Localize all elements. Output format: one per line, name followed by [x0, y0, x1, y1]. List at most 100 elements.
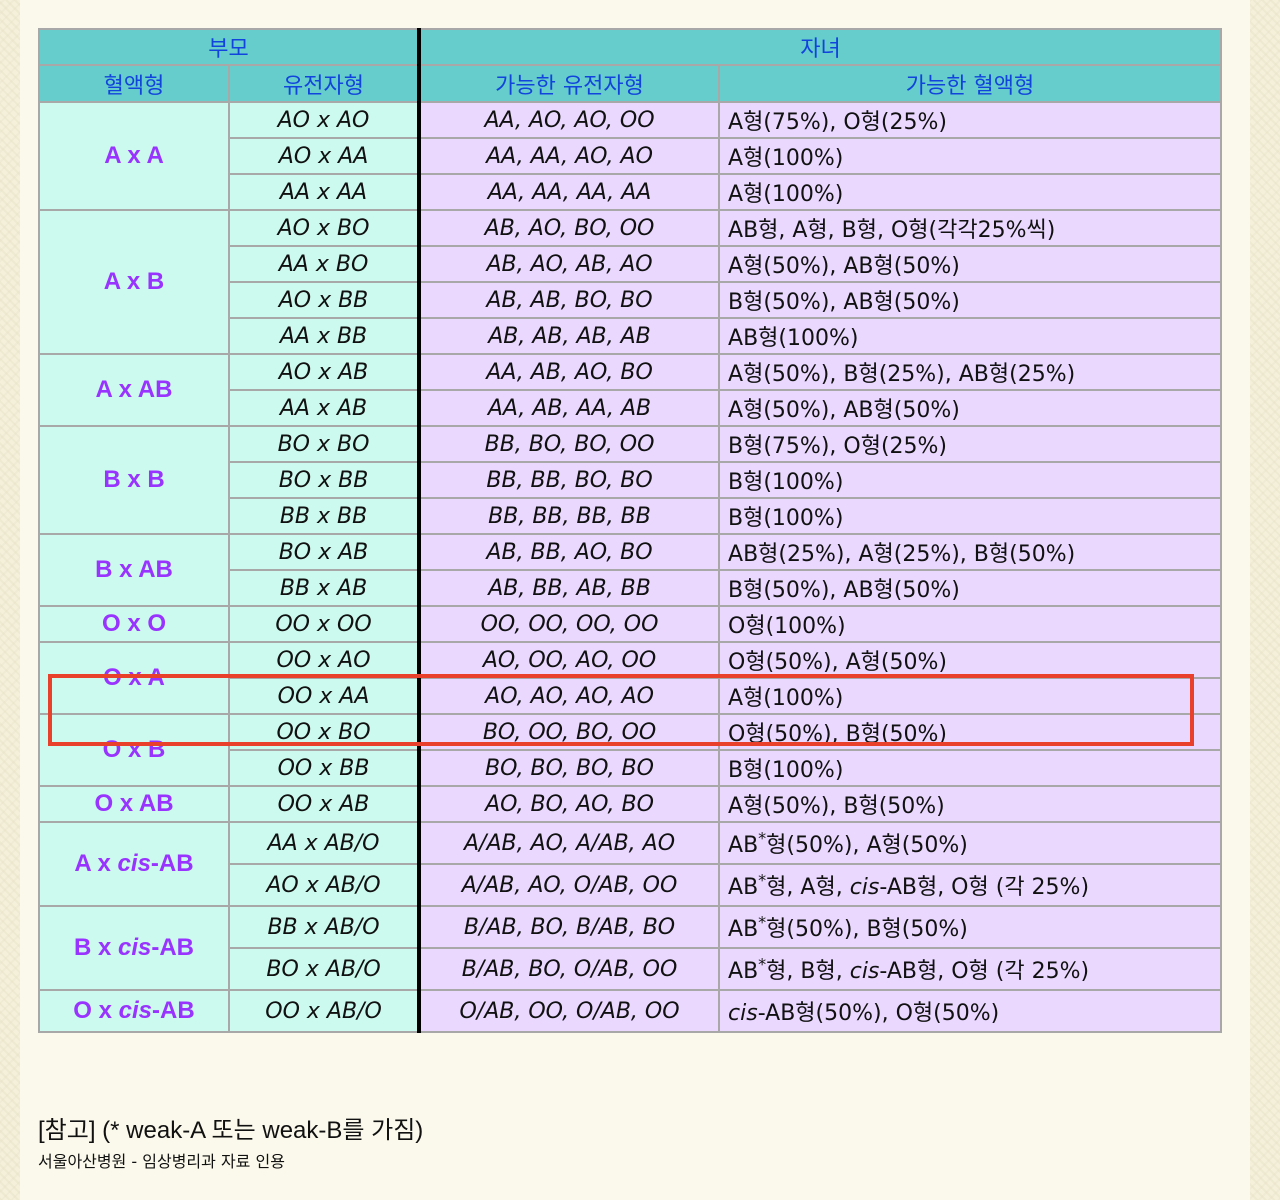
pb-text-c: -AB형, O형 (각 25%): [879, 875, 1090, 900]
blood-type-cis: cis: [118, 997, 153, 1024]
possible-genotypes-cell: AA, AA, AA, AA: [418, 173, 721, 211]
header-parents: 부모: [37, 28, 422, 66]
possible-genotypes-cell: AB, AO, AB, AO: [418, 245, 721, 283]
possible-blood-types-cell: AB형(25%), A형(25%), B형(50%): [718, 533, 1223, 571]
parent-genotype-cell: OO x BB: [227, 749, 422, 787]
possible-blood-types-cell: O형(50%), A형(50%): [718, 641, 1223, 679]
table-row: O x cis-AB OO x AB/O O/AB, OO, O/AB, OO cis…: [38, 989, 1223, 1033]
parent-blood-type-cell: A x cis-AB: [38, 821, 230, 907]
possible-genotypes-cell: AA, AA, AO, AO: [418, 137, 721, 175]
parent-genotype-cell: OO x AB: [227, 785, 422, 823]
parent-blood-type-cell: A x A: [38, 101, 230, 211]
blood-type-prefix: B x: [73, 934, 118, 961]
blood-type-prefix: O x: [73, 997, 119, 1024]
parent-blood-type-cell: O x cis-AB: [38, 989, 230, 1033]
parent-blood-type-cell: B x cis-AB: [38, 905, 230, 991]
possible-genotypes-cell: B/AB, BO, O/AB, OO: [418, 947, 721, 991]
pb-cis: cis: [849, 959, 880, 984]
header-children: 자녀: [418, 28, 1223, 66]
pb-text-b: 형(50%), A형(50%): [766, 833, 968, 858]
blood-type-suffix: -AB: [152, 997, 195, 1024]
possible-blood-types-cell: cis-AB형(50%), O형(50%): [718, 989, 1223, 1033]
possible-genotypes-cell: AA, AB, AO, BO: [418, 353, 721, 391]
parent-genotype-cell: AA x AB: [227, 389, 422, 427]
table-row: A x B AO x BO AB, AO, BO, OO AB형, A형, B형, O…: [38, 209, 1223, 355]
pb-cis: cis: [728, 1001, 758, 1026]
parent-genotype-cell: AA x BB: [227, 317, 422, 355]
parent-genotype-cell: OO x BO: [227, 713, 422, 751]
possible-genotypes-cell: AO, AO, AO, AO: [418, 677, 721, 715]
possible-blood-types-cell: O형(100%): [718, 605, 1223, 643]
possible-blood-types-cell: A형(50%), AB형(50%): [718, 389, 1223, 427]
parent-genotype-cell: AA x AB/O: [227, 821, 422, 865]
possible-genotypes-cell: BO, OO, BO, OO: [418, 713, 721, 751]
parent-genotype-cell: AA x BO: [227, 245, 422, 283]
table-row: O x O OO x OO OO, OO, OO, OO O형(100%): [38, 605, 1223, 643]
possible-blood-types-cell: A형(100%): [718, 677, 1223, 715]
possible-genotypes-cell: AA, AO, AO, OO: [418, 101, 721, 139]
table-row: B x cis-AB BB x AB/O B/AB, BO, B/AB, BO AB*…: [38, 905, 1223, 991]
possible-genotypes-cell: B/AB, BO, B/AB, BO: [418, 905, 721, 949]
possible-genotypes-cell: A/AB, AO, O/AB, OO: [418, 863, 721, 907]
parent-genotype-cell: OO x AA: [227, 677, 422, 715]
possible-genotypes-cell: AB, AB, BO, BO: [418, 281, 721, 319]
parent-genotype-cell: OO x OO: [227, 605, 422, 643]
parent-genotype-cell: BB x BB: [227, 497, 422, 535]
weak-asterisk: *: [758, 870, 767, 890]
parent-genotype-cell: AO x BO: [227, 209, 422, 247]
table-row: A x cis-AB AA x AB/O A/AB, AO, A/AB, AO AB*…: [38, 821, 1223, 907]
parent-genotype-cell: AO x AB/O: [227, 863, 422, 907]
possible-blood-types-cell: AB*형, A형, cis-AB형, O형 (각 25%): [718, 863, 1223, 907]
possible-genotypes-cell: BB, BB, BO, BO: [418, 461, 721, 499]
source-citation: 서울아산병원 - 임상병리과 자료 인용: [38, 1152, 285, 1171]
possible-genotypes-cell: BB, BB, BB, BB: [418, 497, 721, 535]
possible-genotypes-cell: BB, BO, BO, OO: [418, 425, 721, 463]
parent-genotype-cell: OO x AB/O: [227, 989, 422, 1033]
parent-genotype-cell: BO x AB: [227, 533, 422, 571]
parent-genotype-cell: BO x AB/O: [227, 947, 422, 991]
possible-blood-types-cell: AB*형(50%), B형(50%): [718, 905, 1223, 949]
pb-text-a: AB: [728, 959, 759, 984]
parent-blood-type-cell: B x B: [38, 425, 230, 535]
possible-genotypes-cell: OO, OO, OO, OO: [418, 605, 721, 643]
parent-genotype-cell: AO x AO: [227, 101, 422, 139]
blood-type-cis: cis: [117, 850, 151, 877]
possible-genotypes-cell: AB, BB, AB, BB: [418, 569, 721, 607]
possible-genotypes-cell: AA, AB, AA, AB: [418, 389, 721, 427]
possible-genotypes-cell: A/AB, AO, A/AB, AO: [418, 821, 721, 865]
parent-genotype-cell: AA x AA: [227, 173, 422, 211]
parent-blood-type-cell: A x B: [38, 209, 230, 355]
possible-blood-types-cell: AB형(100%): [718, 317, 1223, 355]
parent-genotype-cell: BB x AB/O: [227, 905, 422, 949]
weak-asterisk: *: [758, 912, 767, 932]
blood-type-suffix: -AB: [150, 850, 194, 877]
possible-blood-types-cell: A형(75%), O형(25%): [718, 101, 1223, 139]
possible-blood-types-cell: A형(50%), B형(50%): [718, 785, 1223, 823]
parent-genotype-cell: AO x AA: [227, 137, 422, 175]
pb-text-a: AB: [728, 833, 759, 858]
pb-text-a: AB: [728, 917, 759, 942]
possible-genotypes-cell: O/AB, OO, O/AB, OO: [418, 989, 721, 1033]
pb-text-c: -AB형(50%), O형(50%): [757, 1001, 1000, 1026]
possible-blood-types-cell: AB*형, B형, cis-AB형, O형 (각 25%): [718, 947, 1223, 991]
possible-blood-types-cell: B형(100%): [718, 497, 1223, 535]
blood-type-inheritance-table: 부모 자녀 혈액형 유전자형 가능한 유전자형 가능한 혈액형 A x A AO …: [37, 28, 1223, 1033]
possible-genotypes-cell: AO, OO, AO, OO: [418, 641, 721, 679]
possible-genotypes-cell: AB, BB, AO, BO: [418, 533, 721, 571]
pb-text-c: -AB형, O형 (각 25%): [879, 959, 1090, 984]
pb-text-b: 형, B형,: [766, 959, 850, 984]
table-row: B x AB BO x AB AB, BB, AO, BO AB형(25%), A형(…: [38, 533, 1223, 607]
parent-blood-type-cell: O x AB: [38, 785, 230, 823]
parent-blood-type-cell: A x AB: [38, 353, 230, 427]
blood-type-prefix: A x: [74, 850, 118, 877]
possible-genotypes-cell: BO, BO, BO, BO: [418, 749, 721, 787]
parent-blood-type-cell: B x AB: [38, 533, 230, 607]
parent-blood-type-cell: O x O: [38, 605, 230, 643]
possible-blood-types-cell: AB형, A형, B형, O형(각각25%씩): [718, 209, 1223, 247]
header-possible-blood-type: 가능한 혈액형: [718, 64, 1223, 103]
table-row: O x AB OO x AB AO, BO, AO, BO A형(50%), B형(5…: [38, 785, 1223, 823]
blood-type-suffix: -AB: [151, 934, 195, 961]
parent-genotype-cell: OO x AO: [227, 641, 422, 679]
possible-blood-types-cell: B형(100%): [718, 749, 1223, 787]
blood-type-cis: cis: [117, 934, 152, 961]
